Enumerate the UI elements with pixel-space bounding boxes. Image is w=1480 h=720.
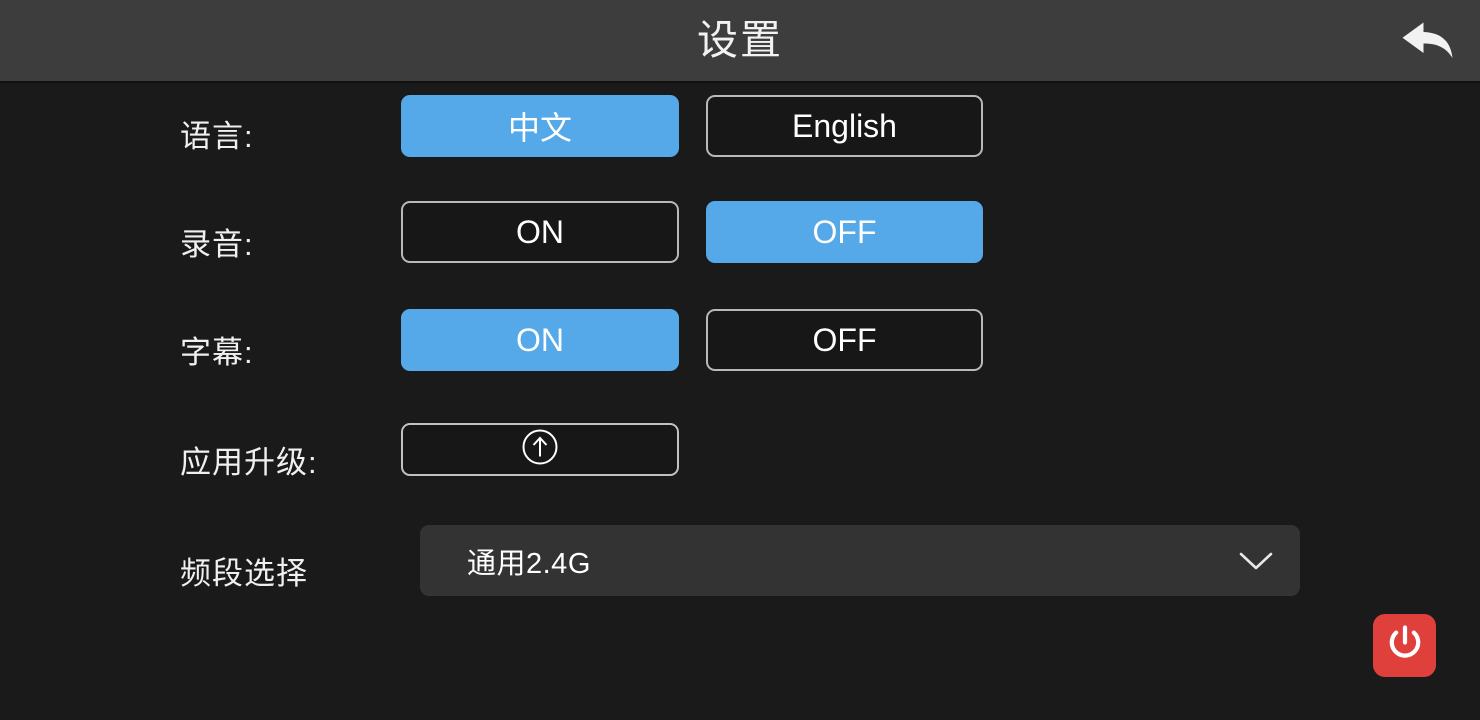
language-option-english-label: English <box>792 107 897 144</box>
app-header: 设置 <box>0 0 1480 83</box>
recording-option-on-label: ON <box>516 213 564 250</box>
subtitle-option-on[interactable]: ON <box>401 309 679 371</box>
settings-row-recording: 录音: ON OFF <box>0 189 1480 297</box>
upload-circle-icon <box>520 427 560 472</box>
subtitle-option-on-label: ON <box>516 321 564 358</box>
chevron-down-icon <box>1234 539 1278 583</box>
recording-option-on[interactable]: ON <box>401 201 679 263</box>
subtitle-option-off-label: OFF <box>812 321 877 358</box>
back-arrow-icon <box>1398 15 1456 65</box>
subtitle-option-off[interactable]: OFF <box>706 309 983 371</box>
power-icon <box>1384 622 1426 669</box>
settings-row-language: 语言: 中文 English <box>0 83 1480 189</box>
band-select-value: 通用2.4G <box>467 547 591 580</box>
settings-row-band-select: 频段选择 通用2.4G <box>0 520 1480 640</box>
settings-row-subtitle: 字幕: ON OFF <box>0 297 1480 405</box>
settings-row-app-upgrade: 应用升级: <box>0 405 1480 520</box>
recording-option-off-label: OFF <box>812 213 877 250</box>
language-option-english[interactable]: English <box>706 95 983 157</box>
back-button[interactable] <box>1394 8 1460 72</box>
app-upgrade-button[interactable] <box>401 423 679 476</box>
recording-option-off[interactable]: OFF <box>706 201 983 263</box>
row-label-subtitle: 字幕: <box>180 335 254 370</box>
language-option-chinese[interactable]: 中文 <box>401 95 679 157</box>
power-button[interactable] <box>1373 614 1436 677</box>
page-title: 设置 <box>697 17 783 63</box>
row-label-language: 语言: <box>180 119 254 154</box>
row-label-app-upgrade: 应用升级: <box>180 445 318 480</box>
language-option-chinese-label: 中文 <box>507 110 572 146</box>
settings-list: 语言: 中文 English 录音: ON OFF 字幕: ON OFF 应用升… <box>0 83 1480 720</box>
row-label-band-select: 频段选择 <box>180 556 308 591</box>
row-label-recording: 录音: <box>180 227 254 262</box>
band-select-dropdown[interactable]: 通用2.4G <box>420 525 1300 596</box>
